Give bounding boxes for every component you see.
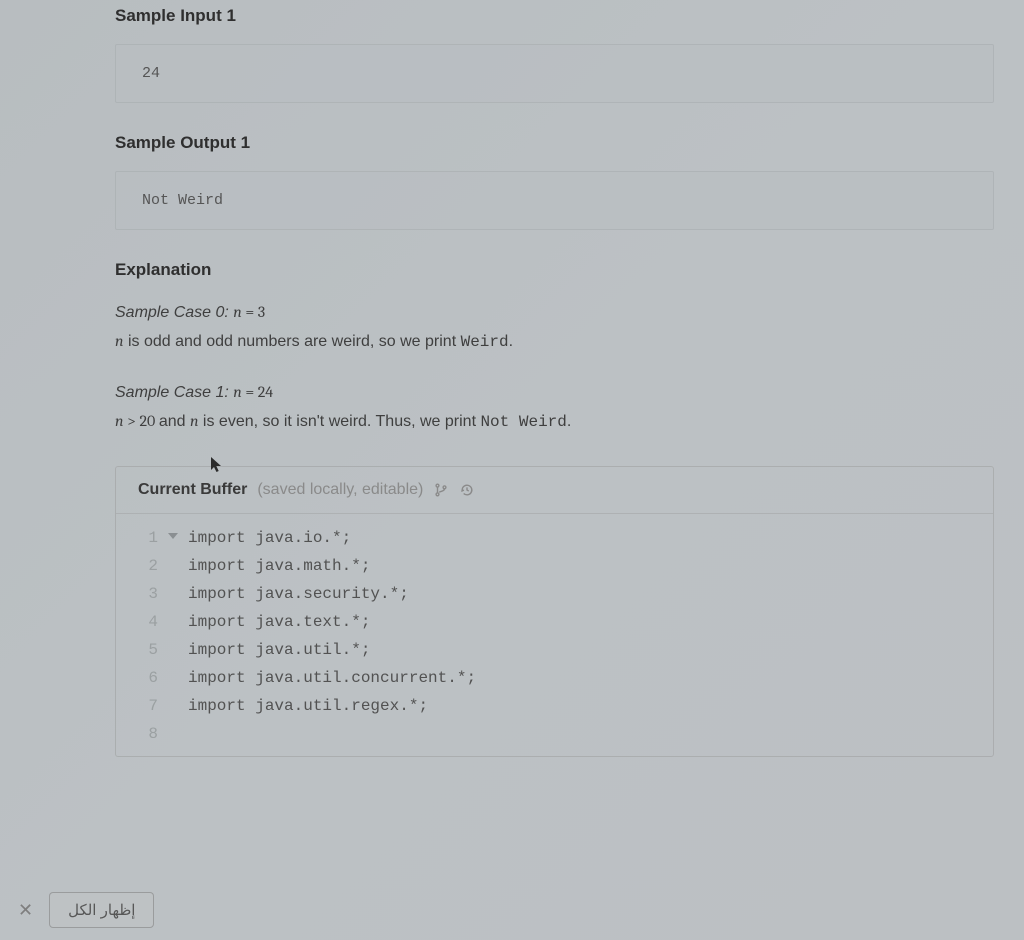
line-number: 5 xyxy=(148,641,158,659)
show-all-button[interactable]: إظهار الكل xyxy=(49,892,154,928)
fold-icon[interactable] xyxy=(168,533,178,539)
text: and xyxy=(159,413,190,430)
code-line: 5 import java.util.*; xyxy=(116,636,993,664)
line-number: 6 xyxy=(148,669,158,687)
code-editor-panel: Current Buffer (saved locally, editable)… xyxy=(115,466,994,757)
git-branch-icon[interactable] xyxy=(433,482,449,498)
line-number: 4 xyxy=(148,613,158,631)
code-line: 4 import java.text.*; xyxy=(116,608,993,636)
math-eq: = xyxy=(245,303,254,321)
math-val: 3 xyxy=(258,303,265,321)
sample-output-block: Not Weird xyxy=(115,171,994,230)
code-text: import java.math.*; xyxy=(168,552,370,580)
sample-input-value: 24 xyxy=(142,65,160,82)
line-number: 8 xyxy=(148,725,158,743)
sample-input-block: 24 xyxy=(115,44,994,103)
line-number: 2 xyxy=(148,557,158,575)
text: is even, so it isn't weird. Thus, we pri… xyxy=(198,413,480,430)
math-var: n xyxy=(115,332,124,350)
history-icon[interactable] xyxy=(459,482,475,498)
code-text: import java.util.*; xyxy=(168,636,370,664)
math-var: n xyxy=(233,303,242,321)
math-val: 20 xyxy=(139,412,155,430)
code-line: 7 import java.util.regex.*; xyxy=(116,692,993,720)
explanation-case-0: Sample Case 0: n = 3 n is odd and odd nu… xyxy=(115,298,994,356)
explanation-heading: Explanation xyxy=(115,260,994,280)
case-label: Sample Case 1: xyxy=(115,384,229,401)
code-text: import java.text.*; xyxy=(168,608,370,636)
text: . xyxy=(567,413,571,430)
code-line: 6 import java.util.concurrent.*; xyxy=(116,664,993,692)
code-line: 3 import java.security.*; xyxy=(116,580,993,608)
editor-header: Current Buffer (saved locally, editable) xyxy=(116,467,993,514)
math-eq: = xyxy=(245,383,254,401)
sample-output-heading: Sample Output 1 xyxy=(115,133,994,153)
code-line: 2 import java.math.*; xyxy=(116,552,993,580)
line-number: 1 xyxy=(148,529,158,547)
code-text: import java.io.*; xyxy=(168,524,351,552)
code-text: import java.util.regex.*; xyxy=(168,692,428,720)
code-line: 8 xyxy=(116,720,993,748)
code-editor[interactable]: 1 import java.io.*; 2 import java.math.*… xyxy=(116,514,993,756)
text: is odd and odd numbers are weird, so we … xyxy=(124,333,461,350)
code-text: import java.util.concurrent.*; xyxy=(168,664,476,692)
math-var: n xyxy=(233,383,242,401)
code-text xyxy=(168,720,188,748)
code-line: 1 import java.io.*; xyxy=(116,524,993,552)
sample-output-value: Not Weird xyxy=(142,192,223,209)
case-label: Sample Case 0: xyxy=(115,304,229,321)
line-number: 3 xyxy=(148,585,158,603)
code-literal: Not Weird xyxy=(480,413,566,431)
line-number: 7 xyxy=(148,697,158,715)
math-val: 24 xyxy=(258,383,273,401)
editor-subtitle: (saved locally, editable) xyxy=(257,481,423,499)
close-icon[interactable]: ✕ xyxy=(18,901,33,919)
code-literal: Weird xyxy=(461,333,509,351)
text: . xyxy=(509,333,513,350)
math-gt: > xyxy=(127,412,136,430)
math-var: n xyxy=(115,412,124,430)
editor-title: Current Buffer xyxy=(138,481,247,499)
code-text: import java.security.*; xyxy=(168,580,409,608)
explanation-case-1: Sample Case 1: n = 24 n > 20 and n is ev… xyxy=(115,378,994,436)
sample-input-heading: Sample Input 1 xyxy=(115,6,994,26)
